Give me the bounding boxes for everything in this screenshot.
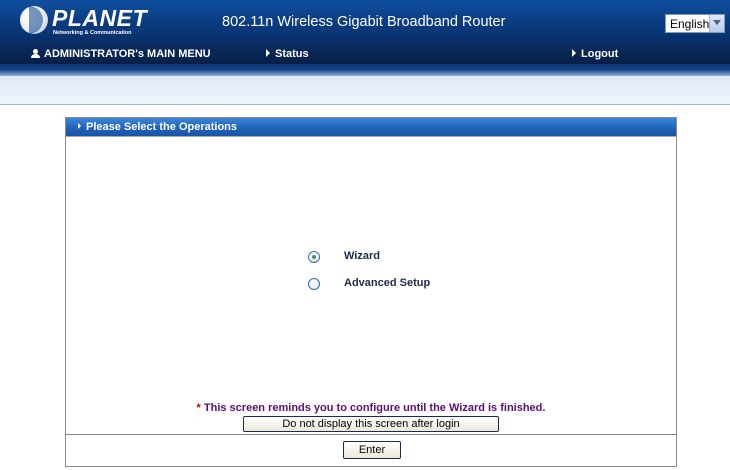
logo-subtitle: Networking & Communication [53,30,132,36]
wizard-radio[interactable] [308,251,320,263]
panel-header: Please Select the Operations [66,118,676,136]
nav-status[interactable]: Status [266,48,309,60]
nav-status-label: Status [275,48,309,60]
operations-panel: Please Select the Operations Wizard Adva… [65,117,677,467]
nav-admin-menu-label: ADMINISTRATOR's MAIN MENU [44,48,211,60]
planet-logo: PLANET Networking & Communication [20,5,147,42]
triangle-right-icon [78,123,81,129]
nav-underline [0,64,730,76]
nav-logout-label: Logout [581,48,619,60]
notice-star: * [196,402,201,414]
sub-header-band [0,76,730,104]
do-not-display-button[interactable]: Do not display this screen after login [243,416,499,432]
language-select[interactable]: English [665,14,725,33]
panel-title: Please Select the Operations [78,121,237,133]
advanced-setup-label[interactable]: Advanced Setup [344,277,430,289]
triangle-right-icon [266,49,270,57]
divider [66,434,676,435]
logo-text: PLANET [52,5,147,31]
language-select-value: English [670,17,710,31]
nav-admin-menu[interactable]: ADMINISTRATOR's MAIN MENU [31,48,211,60]
product-title: 802.11n Wireless Gigabit Broadband Route… [222,14,506,30]
divider [0,104,730,105]
triangle-right-icon [572,49,576,57]
notice-text: This screen reminds you to configure unt… [203,402,546,414]
divider [66,136,676,137]
panel-title-label: Please Select the Operations [86,121,238,133]
user-icon [31,49,40,58]
advanced-setup-radio[interactable] [308,278,320,290]
enter-button[interactable]: Enter [343,441,401,459]
planet-logo-icon [20,6,48,34]
wizard-notice: * This screen reminds you to configure u… [66,402,676,414]
header-bar: PLANET Networking & Communication 802.11… [0,0,730,42]
chevron-down-icon[interactable] [709,15,724,32]
nav-logout[interactable]: Logout [572,48,618,60]
main-nav: ADMINISTRATOR's MAIN MENU Status Logout [0,42,730,64]
wizard-label[interactable]: Wizard [344,250,380,262]
